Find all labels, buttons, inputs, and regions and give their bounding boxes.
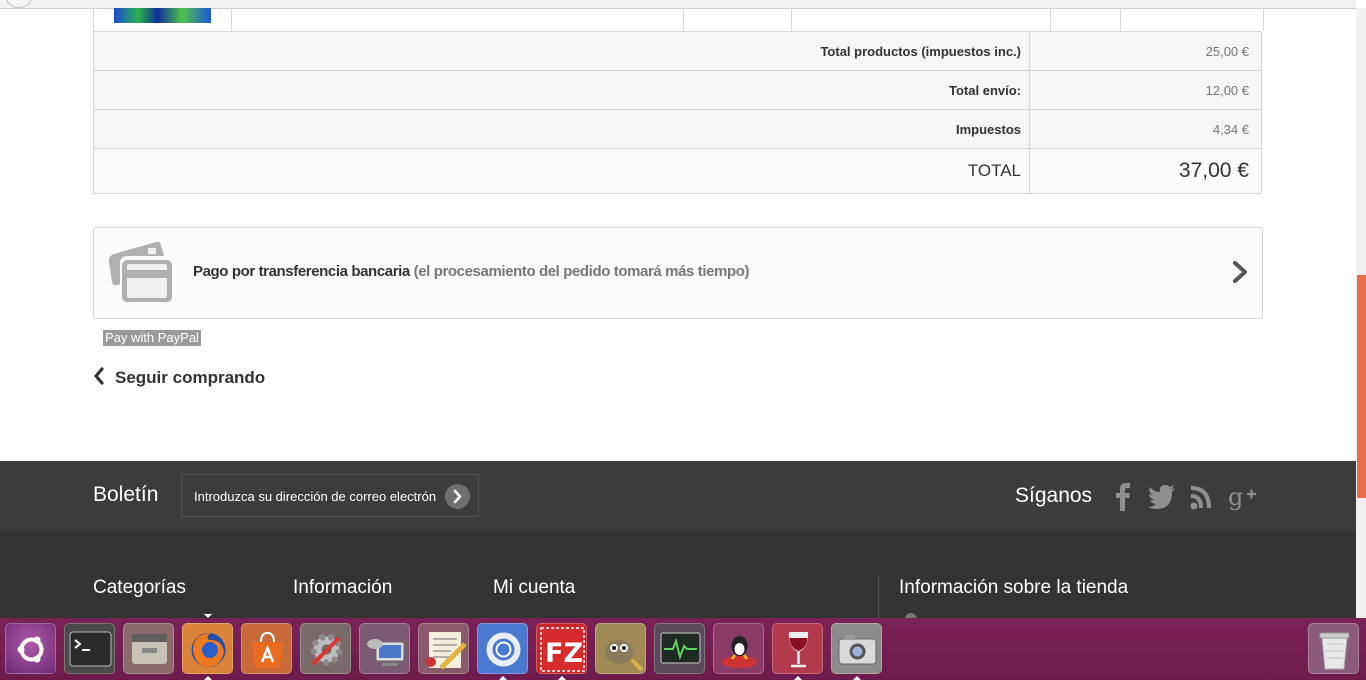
- trash-icon[interactable]: [1308, 623, 1359, 674]
- newsletter-band: Boletín Síganos g: [0, 461, 1356, 531]
- footer-divider: [878, 576, 879, 618]
- ubuntu-launcher-dock: FZ: [0, 618, 1366, 680]
- focused-indicator: [204, 614, 212, 618]
- product-thumbnail[interactable]: [114, 8, 211, 23]
- totals-row-taxes: Impuestos 4,34 €: [93, 109, 1262, 149]
- totals-label: Total envío:: [93, 70, 1030, 110]
- totals-row-total: TOTAL 37,00 €: [93, 148, 1262, 194]
- paypal-payment-link[interactable]: Pay with PayPal: [103, 330, 201, 346]
- terminal-icon[interactable]: [64, 623, 115, 674]
- newsletter-form: [181, 474, 479, 518]
- chromium-icon[interactable]: [477, 623, 528, 674]
- page: Total productos (impuestos inc.) 25,00 €…: [0, 0, 1356, 618]
- back-button[interactable]: [6, 0, 32, 8]
- totals-value: 25,00 €: [1029, 31, 1262, 71]
- page-scrollbar[interactable]: [1356, 8, 1366, 618]
- running-indicator: [204, 676, 212, 680]
- software-center-icon[interactable]: [241, 623, 292, 674]
- totals-value: 4,34 €: [1029, 109, 1262, 149]
- payment-title: Pago por transferencia bancaria: [193, 263, 410, 280]
- totals-label: Total productos (impuestos inc.): [93, 31, 1030, 71]
- product-row: [93, 8, 1264, 31]
- payment-option-text: Pago por transferencia bancaria (el proc…: [193, 263, 749, 280]
- ubuntu-dash-icon[interactable]: [5, 623, 56, 674]
- filezilla-icon[interactable]: FZ: [536, 623, 587, 674]
- totals-row-shipping: Total envío: 12,00 €: [93, 70, 1262, 110]
- footer-column-my-account: Mi cuenta: [493, 577, 576, 598]
- continue-shopping-label: Seguir comprando: [115, 368, 266, 387]
- running-indicator: [499, 676, 507, 680]
- footer-column-categories: Categorías: [93, 577, 186, 598]
- chevron-right-icon: [453, 489, 462, 504]
- chevron-left-icon: [93, 366, 105, 390]
- chevron-right-icon: [1232, 261, 1248, 288]
- running-indicator: [558, 676, 566, 680]
- filezilla-logo-text: FZ: [545, 638, 583, 669]
- system-settings-icon[interactable]: [300, 623, 351, 674]
- grand-total-label: TOTAL: [93, 148, 1030, 194]
- totals-value: 12,00 €: [1029, 70, 1262, 110]
- screenshot-icon[interactable]: [831, 623, 882, 674]
- running-indicator: [794, 676, 802, 680]
- footer-column-information: Información: [293, 577, 393, 598]
- remote-desktop-icon[interactable]: [359, 623, 410, 674]
- credit-card-icon: [108, 240, 174, 311]
- newsletter-email-input[interactable]: [182, 475, 456, 518]
- footer-column-store-info: Información sobre la tienda: [899, 577, 1129, 598]
- svg-text:g: g: [1228, 483, 1243, 511]
- facebook-icon[interactable]: [1113, 481, 1133, 516]
- google-plus-icon[interactable]: g: [1228, 481, 1258, 516]
- twitter-icon[interactable]: [1148, 481, 1176, 516]
- totals-row-products: Total productos (impuestos inc.) 25,00 €: [93, 31, 1262, 71]
- cart-totals-table: Total productos (impuestos inc.) 25,00 €…: [93, 31, 1262, 194]
- file-manager-icon[interactable]: [123, 623, 174, 674]
- text-editor-icon[interactable]: [418, 623, 469, 674]
- grand-total-value: 37,00 €: [1029, 148, 1262, 194]
- footer-links: Categorías Información Mi cuenta Informa…: [0, 531, 1356, 618]
- gimp-icon[interactable]: [595, 623, 646, 674]
- running-indicator: [853, 676, 861, 680]
- payment-subtitle: (el procesamiento del pedido tomará más …: [413, 263, 750, 280]
- follow-us-title: Síganos: [1015, 484, 1093, 507]
- continue-shopping-link[interactable]: Seguir comprando: [93, 366, 266, 390]
- bank-transfer-payment-option[interactable]: Pago por transferencia bancaria (el proc…: [93, 227, 1263, 319]
- game-icon[interactable]: [713, 623, 764, 674]
- newsletter-title: Boletín: [93, 483, 159, 506]
- totals-label: Impuestos: [93, 109, 1030, 149]
- scrollbar-thumb[interactable]: [1357, 275, 1366, 498]
- rss-icon[interactable]: [1189, 481, 1215, 516]
- wine-icon[interactable]: [772, 623, 823, 674]
- newsletter-submit-button[interactable]: [445, 484, 470, 509]
- system-monitor-icon[interactable]: [654, 623, 705, 674]
- firefox-icon[interactable]: [182, 623, 233, 674]
